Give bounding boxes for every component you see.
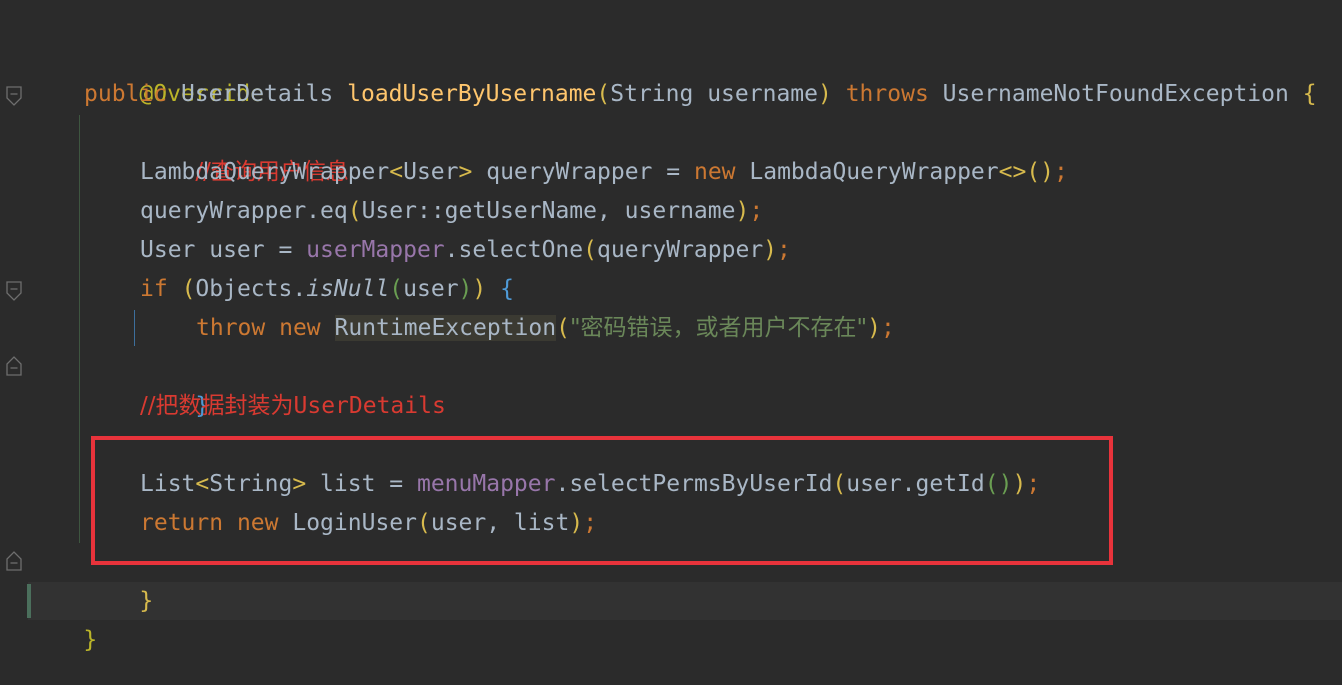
- brace-token: }: [139, 588, 154, 614]
- throw-keyword: throw: [196, 315, 266, 341]
- operator-token: =: [666, 159, 681, 185]
- brace-token: }: [83, 627, 98, 653]
- field-token: userMapper: [306, 237, 445, 263]
- generic-bracket-token: >: [458, 159, 473, 185]
- semicolon-token: ;: [1054, 159, 1068, 185]
- modifier-token: public: [84, 81, 168, 107]
- semicolon-token: ;: [880, 315, 895, 341]
- comment-token: UserDetails: [293, 393, 446, 419]
- param-name-token: username: [707, 81, 818, 107]
- paren-token: ): [763, 237, 778, 263]
- argument-token: user: [403, 276, 459, 302]
- paren-token: (: [596, 81, 611, 107]
- argument-token: queryWrapper: [597, 237, 764, 263]
- code-line-annotation[interactable]: @Override: [84, 36, 264, 107]
- paren-token: (: [389, 276, 404, 302]
- semicolon-token: ;: [777, 237, 791, 263]
- exception-type-token: RuntimeException: [334, 315, 557, 341]
- current-line-highlight: [28, 582, 1342, 620]
- exception-type-token: UsernameNotFoundException: [942, 81, 1289, 107]
- paren-token: (: [347, 198, 362, 224]
- static-method-token: isNull: [306, 276, 390, 302]
- type-token: LambdaQueryWrapper: [749, 159, 999, 185]
- code-line-comment-query[interactable]: //查询用户信息: [140, 114, 349, 185]
- paren-token: ): [817, 81, 832, 107]
- code-line-close-class[interactable]: }: [28, 582, 97, 653]
- arguments-token: User::getUserName, username: [361, 198, 736, 224]
- code-editor[interactable]: @Override public UserDetails loadUserByU…: [0, 0, 1342, 685]
- code-line-select-one[interactable]: User user = userMapper.selectOne(queryWr…: [140, 231, 791, 270]
- paren-token: ): [867, 315, 881, 341]
- fold-end-method-icon[interactable]: [6, 551, 22, 571]
- class-token: Objects.: [195, 276, 307, 302]
- semicolon-token: ;: [749, 198, 764, 224]
- code-line-signature[interactable]: public UserDetails loadUserByUsername(St…: [84, 75, 1317, 114]
- fold-method-icon[interactable]: [6, 86, 22, 106]
- highlight-annotation-box: [91, 436, 1113, 565]
- paren-token: ): [472, 276, 487, 302]
- generic-type-token: User: [403, 159, 459, 185]
- declaration-token: User user =: [140, 237, 307, 263]
- if-keyword: if: [140, 276, 168, 302]
- paren-token: (: [556, 315, 570, 341]
- generic-bracket-token: <: [389, 159, 404, 185]
- method-name-token: loadUserByUsername: [347, 81, 597, 107]
- indent-guide-if: [134, 310, 135, 346]
- new-keyword: new: [279, 315, 321, 341]
- new-keyword: new: [693, 159, 736, 185]
- method-call-token: queryWrapper.eq: [140, 198, 348, 224]
- paren-token: (: [583, 237, 597, 263]
- throws-keyword: throws: [845, 81, 929, 107]
- code-line-wrapper[interactable]: LambdaQueryWrapper<User> queryWrapper = …: [140, 153, 1068, 192]
- code-line-eq[interactable]: queryWrapper.eq(User::getUserName, usern…: [140, 192, 763, 231]
- fold-end-if-icon[interactable]: [6, 356, 22, 376]
- paren-token: ): [458, 276, 473, 302]
- brace-token: {: [500, 276, 514, 302]
- code-line-throw[interactable]: throw new RuntimeException("密码错误，或者用户不存在…: [196, 309, 895, 348]
- paren-token: (): [1026, 159, 1055, 185]
- string-literal-token: "密码错误，或者用户不存在": [569, 315, 868, 341]
- type-token: LambdaQueryWrapper: [140, 159, 390, 185]
- indent-guide: [79, 115, 80, 543]
- method-call-token: .selectOne: [444, 237, 584, 263]
- code-line-comment-wrap[interactable]: //把数据封装为UserDetails: [140, 387, 446, 426]
- code-line-close-if[interactable]: }: [140, 348, 209, 419]
- editor-gutter: [0, 0, 28, 685]
- diamond-token: <>: [998, 159, 1027, 185]
- paren-token: ): [735, 198, 750, 224]
- variable-token: queryWrapper: [486, 159, 653, 185]
- comment-token: //把数据封装为: [140, 393, 294, 419]
- paren-token: (: [181, 276, 196, 302]
- fold-if-icon[interactable]: [6, 281, 22, 301]
- return-type-token: UserDetails: [180, 81, 334, 107]
- param-type-token: String: [610, 81, 694, 107]
- brace-token: {: [1302, 81, 1317, 107]
- code-line-if[interactable]: if (Objects.isNull(user)) {: [140, 270, 514, 309]
